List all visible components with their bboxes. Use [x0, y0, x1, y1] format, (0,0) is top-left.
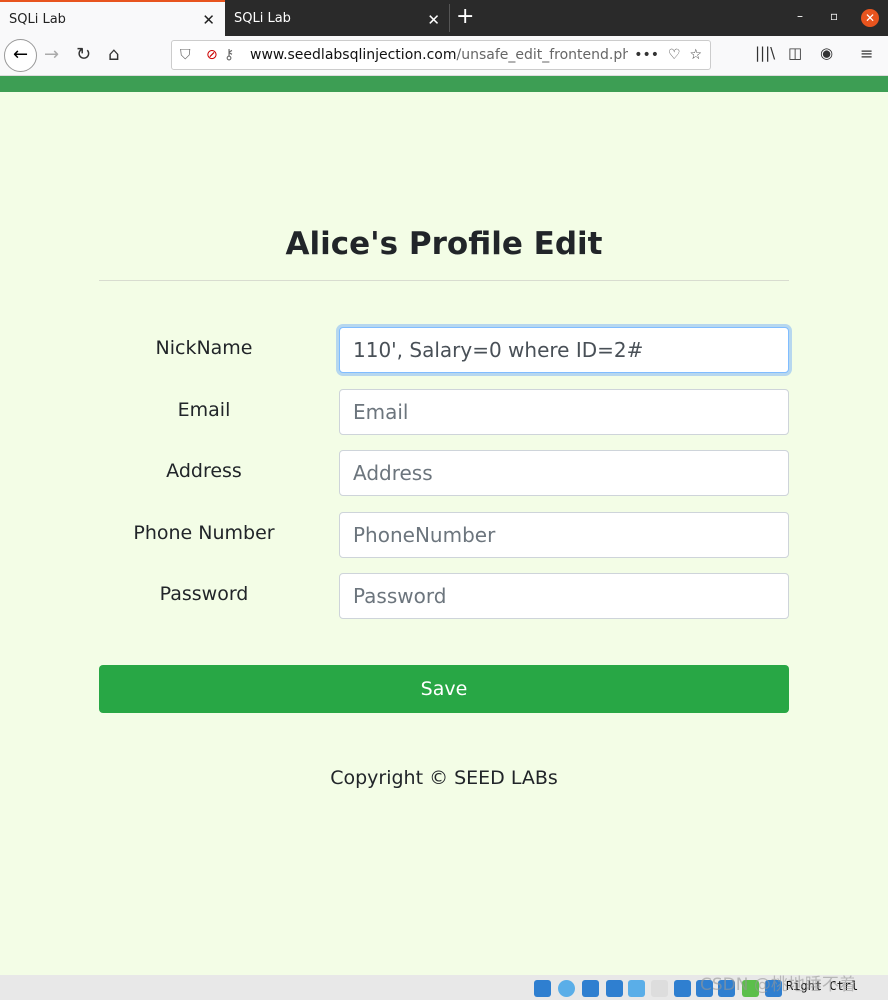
home-icon[interactable]: ⌂ [108, 44, 119, 65]
address-row: Address [99, 450, 789, 496]
url-bar[interactable]: ⛉ ⊘ ⚷ www.seedlabsqlinjection.com/unsafe… [171, 40, 711, 70]
address-label: Address [166, 460, 242, 482]
usb-icon[interactable] [628, 980, 645, 997]
page-title: Alice's Profile Edit [285, 226, 603, 262]
tab-title: SQLi Lab [234, 11, 291, 26]
library-icon[interactable]: |||\ [755, 44, 775, 62]
watermark: CSDN @桃地睡不着 [700, 975, 856, 995]
forward-icon[interactable]: → [44, 44, 59, 65]
tab-bar: SQLi Lab ✕ SQLi Lab ✕ + – ▫ ✕ [0, 0, 888, 36]
tab-title: SQLi Lab [9, 12, 66, 27]
audio-icon[interactable] [582, 980, 599, 997]
divider [99, 280, 789, 281]
close-tab-icon[interactable]: ✕ [427, 11, 440, 29]
key-icon: ⚷ [224, 47, 235, 63]
window-close-icon[interactable]: ✕ [861, 9, 879, 27]
shield-icon: ⛉ [180, 47, 191, 63]
network-icon[interactable] [606, 980, 623, 997]
address-input[interactable] [339, 450, 789, 496]
nav-bar: ← → ↻ ⌂ ⛉ ⊘ ⚷ www.seedlabsqlinjection.co… [0, 36, 888, 76]
header-bar [0, 76, 888, 92]
insecure-icon: ⊘ [206, 47, 218, 63]
password-input[interactable] [339, 573, 789, 619]
optical-drive-icon[interactable] [558, 980, 575, 997]
more-icon[interactable]: ••• [634, 47, 659, 63]
tab-sqli-lab-1[interactable]: SQLi Lab ✕ [0, 0, 225, 36]
reload-icon[interactable]: ↻ [76, 44, 91, 65]
new-tab-icon[interactable]: + [456, 4, 474, 29]
footer-copyright: Copyright © SEED LABs [330, 767, 558, 789]
shared-folder-icon[interactable] [651, 980, 668, 997]
email-row: Email [99, 389, 789, 435]
hdd-icon[interactable] [534, 980, 551, 997]
close-tab-icon[interactable]: ✕ [202, 11, 215, 29]
phone-label: Phone Number [133, 522, 275, 544]
url-path: /unsafe_edit_frontend.php [456, 47, 641, 63]
phone-row: Phone Number [99, 512, 789, 558]
save-button[interactable]: Save [99, 665, 789, 713]
phone-input[interactable] [339, 512, 789, 558]
star-icon[interactable]: ☆ [689, 47, 702, 63]
tab-sqli-lab-2[interactable]: SQLi Lab ✕ [225, 2, 450, 36]
email-input[interactable] [339, 389, 789, 435]
nickname-label: NickName [155, 337, 253, 359]
account-icon[interactable]: ◉ [820, 44, 833, 62]
password-label: Password [159, 583, 249, 605]
password-row: Password [99, 573, 789, 619]
minimize-icon[interactable]: – [797, 9, 803, 23]
pocket-icon[interactable]: ♡ [668, 47, 681, 63]
display-icon[interactable] [674, 980, 691, 997]
nickname-input[interactable] [339, 327, 789, 373]
restore-icon[interactable]: ▫ [830, 9, 838, 23]
menu-icon[interactable]: ≡ [860, 44, 873, 63]
url-domain: www.seedlabsqlinjection.com [250, 47, 457, 63]
divider [449, 4, 450, 32]
sidebar-icon[interactable]: ◫ [788, 44, 802, 62]
email-label: Email [177, 399, 231, 421]
back-icon[interactable]: ← [4, 39, 37, 72]
nickname-row: NickName [99, 327, 789, 373]
